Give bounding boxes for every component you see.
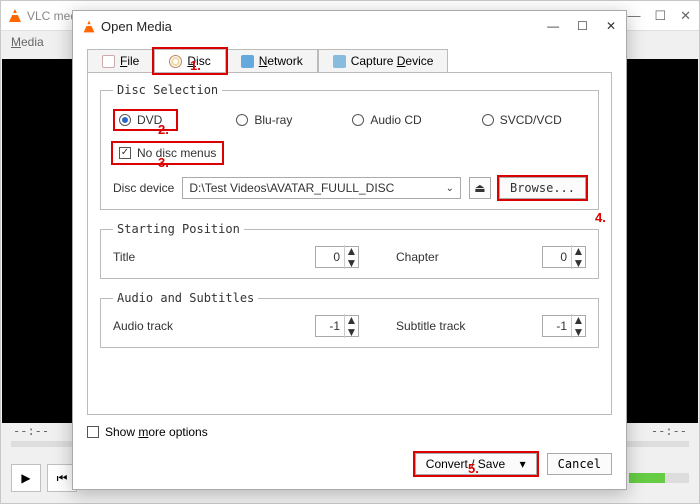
radio-svcd[interactable]: SVCD/VCD	[482, 113, 562, 127]
disc-pane: Disc Selection DVD Blu-ray Audio CD SVCD…	[87, 72, 612, 415]
chevron-down-icon: ⌄	[446, 183, 454, 194]
tab-disc[interactable]: Disc Disc	[154, 49, 225, 73]
tab-file[interactable]: File File	[87, 49, 154, 73]
radio-dot-icon	[236, 114, 248, 126]
dialog-cone-icon	[84, 20, 95, 32]
no-disc-menus-label: No disc menus	[137, 146, 216, 160]
chapter-label: Chapter	[396, 250, 536, 264]
checkbox-icon: ✓	[119, 147, 131, 159]
disc-device-label: Disc device	[113, 181, 174, 195]
audio-track-label: Audio track	[113, 319, 223, 333]
browse-button[interactable]: Browse...	[499, 177, 586, 199]
disc-selection-legend: Disc Selection	[113, 83, 222, 97]
disc-device-value: D:\Test Videos\AVATAR_FUULL_DISC	[189, 181, 394, 195]
disc-device-select[interactable]: D:\Test Videos\AVATAR_FUULL_DISC ⌄	[182, 177, 461, 199]
tab-capture[interactable]: Capture Device Capture Device	[318, 49, 449, 73]
title-stepper[interactable]: 0 ▲▼	[315, 246, 359, 268]
chapter-stepper[interactable]: 0 ▲▼	[542, 246, 586, 268]
radio-dot-icon	[482, 114, 494, 126]
open-media-dialog: Open Media — ☐ ✕ File File Disc Disc Net…	[72, 10, 627, 490]
audio-subtitles-fieldset: Audio and Subtitles Audio track -1 ▲▼ Su…	[100, 291, 599, 348]
radio-dot-icon	[119, 114, 131, 126]
dialog-minimize-icon[interactable]: —	[547, 19, 559, 33]
checkbox-icon	[87, 426, 99, 438]
maximize-icon[interactable]: ☐	[654, 8, 666, 24]
starting-position-fieldset: Starting Position Title 0 ▲▼ Chapter 0 ▲…	[100, 222, 599, 279]
time-elapsed: --:--	[13, 424, 49, 438]
dialog-footer: Show more options Show more options Conv…	[73, 415, 626, 489]
capture-icon	[333, 55, 346, 68]
subtitle-track-stepper[interactable]: -1 ▲▼	[542, 315, 586, 337]
disc-selection-fieldset: Disc Selection DVD Blu-ray Audio CD SVCD…	[100, 83, 599, 210]
file-icon	[102, 55, 115, 68]
radio-bluray[interactable]: Blu-ray	[236, 113, 292, 127]
title-label: Title	[113, 250, 223, 264]
cancel-button[interactable]: Cancel	[547, 453, 612, 475]
volume-slider[interactable]	[629, 473, 689, 483]
audio-subtitles-legend: Audio and Subtitles	[113, 291, 258, 305]
radio-audiocd[interactable]: Audio CD	[352, 113, 421, 127]
network-icon	[241, 55, 254, 68]
dialog-titlebar: Open Media — ☐ ✕	[73, 11, 626, 41]
audio-track-stepper[interactable]: -1 ▲▼	[315, 315, 359, 337]
dialog-title: Open Media	[101, 19, 172, 34]
disc-icon	[169, 55, 182, 68]
vlc-cone-icon	[9, 9, 21, 22]
radio-dvd[interactable]: DVD	[115, 111, 176, 129]
close-icon[interactable]: ✕	[680, 8, 691, 24]
starting-position-legend: Starting Position	[113, 222, 244, 236]
tab-network[interactable]: Network Network	[226, 49, 318, 73]
dialog-close-icon[interactable]: ✕	[606, 19, 616, 33]
checkbox-show-more-options[interactable]: Show more options Show more options	[87, 425, 612, 439]
time-remaining: --:--	[651, 424, 687, 438]
play-button[interactable]: ▶	[11, 464, 41, 492]
convert-save-button[interactable]: Convert / Save ▾	[415, 453, 537, 475]
radio-dot-icon	[352, 114, 364, 126]
dialog-maximize-icon[interactable]: ☐	[577, 19, 588, 33]
checkbox-no-disc-menus[interactable]: ✓ No disc menus	[113, 143, 222, 163]
eject-button[interactable]: ⏏	[469, 177, 491, 199]
tabs: File File Disc Disc Network Network Capt…	[87, 49, 612, 72]
minimize-icon[interactable]: —	[627, 8, 640, 24]
subtitle-track-label: Subtitle track	[396, 319, 536, 333]
dropdown-icon: ▾	[520, 457, 526, 471]
